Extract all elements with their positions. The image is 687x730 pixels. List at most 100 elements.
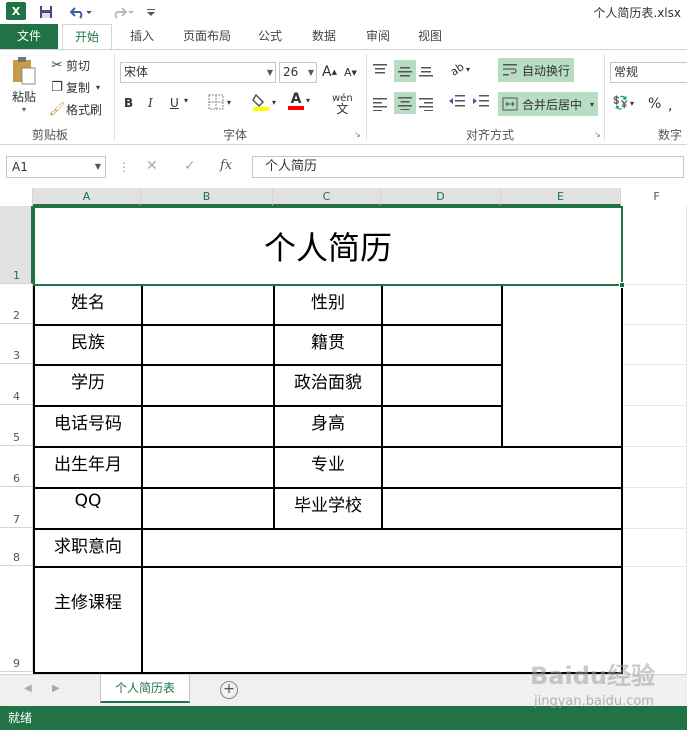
worksheet-grid[interactable]: A B C D E F 1 2 3 4 5 6 7 8 9 个人简历 姓名 性别 bbox=[0, 188, 687, 674]
row-header-2[interactable]: 2 bbox=[0, 284, 33, 324]
value-education-cell[interactable] bbox=[141, 364, 275, 407]
tab-page-layout[interactable]: 页面布局 bbox=[172, 24, 242, 49]
value-major-cell[interactable] bbox=[381, 446, 623, 489]
confirm-entry-button[interactable]: ✓ bbox=[184, 158, 196, 174]
align-left-button[interactable] bbox=[372, 94, 392, 114]
cancel-entry-button[interactable]: ✕ bbox=[146, 158, 158, 174]
value-birth-cell[interactable] bbox=[141, 446, 275, 489]
bold-button[interactable]: B bbox=[124, 96, 133, 110]
paste-button[interactable]: 粘贴 ▾ bbox=[6, 56, 42, 116]
column-header-a[interactable]: A bbox=[33, 188, 141, 206]
name-box[interactable]: A1 ▼ bbox=[6, 156, 106, 178]
font-size-select[interactable]: 26 ▼ bbox=[279, 62, 317, 83]
save-button[interactable] bbox=[36, 2, 56, 22]
label-courses-cell[interactable]: 主修课程 bbox=[33, 566, 143, 674]
resume-title-cell[interactable]: 个人简历 bbox=[33, 206, 623, 286]
fill-color-button[interactable]: ▾ bbox=[252, 92, 276, 112]
alignment-dialog-launcher[interactable]: ↘ bbox=[594, 130, 601, 139]
tab-home[interactable]: 开始 bbox=[62, 24, 112, 50]
tab-insert[interactable]: 插入 bbox=[120, 24, 164, 49]
sheet-tab-resume[interactable]: 个人简历表 bbox=[100, 675, 190, 703]
font-color-button[interactable]: A bbox=[288, 92, 304, 110]
label-school-cell[interactable]: 毕业学校 bbox=[273, 487, 383, 530]
tab-view[interactable]: 视图 bbox=[408, 24, 452, 49]
row-header-7[interactable]: 7 bbox=[0, 487, 33, 528]
accounting-format-button[interactable]: 💱 ▾ bbox=[612, 94, 634, 112]
column-header-d[interactable]: D bbox=[381, 188, 501, 206]
row-header-9[interactable]: 9 bbox=[0, 566, 33, 672]
row-header-8[interactable]: 8 bbox=[0, 528, 33, 566]
label-education-cell[interactable]: 学历 bbox=[33, 364, 143, 407]
redo-button[interactable] bbox=[108, 2, 138, 22]
value-phone-cell[interactable] bbox=[141, 405, 275, 448]
increase-font-button[interactable]: A ▲ bbox=[322, 64, 337, 80]
decrease-indent-button[interactable] bbox=[448, 94, 466, 108]
underline-dropdown[interactable]: ▾ bbox=[184, 96, 188, 105]
copy-button[interactable]: ❐ 复制 ▾ bbox=[48, 78, 100, 96]
label-job-intention-cell[interactable]: 求职意向 bbox=[33, 528, 143, 568]
next-sheet-icon[interactable]: ▶ bbox=[52, 683, 60, 694]
number-format-select[interactable]: 常规 bbox=[610, 62, 687, 83]
value-political-status-cell[interactable] bbox=[381, 364, 503, 407]
merge-center-button[interactable]: 合并后居中 ▾ bbox=[498, 92, 599, 116]
tab-formulas[interactable]: 公式 bbox=[250, 24, 290, 49]
font-color-dropdown[interactable]: ▾ bbox=[306, 96, 310, 105]
undo-button[interactable] bbox=[66, 2, 96, 22]
row-header-4[interactable]: 4 bbox=[0, 364, 33, 405]
label-native-place-cell[interactable]: 籍贯 bbox=[273, 324, 383, 366]
value-gender-cell[interactable] bbox=[381, 284, 503, 326]
align-middle-button[interactable] bbox=[394, 60, 416, 82]
value-native-place-cell[interactable] bbox=[381, 324, 503, 366]
value-job-intention-cell[interactable] bbox=[141, 528, 623, 568]
column-header-f[interactable]: F bbox=[621, 188, 687, 206]
italic-button[interactable]: I bbox=[148, 96, 153, 110]
select-all-corner[interactable] bbox=[0, 188, 33, 206]
font-dialog-launcher[interactable]: ↘ bbox=[354, 130, 361, 139]
align-top-button[interactable] bbox=[372, 60, 392, 80]
label-qq-cell[interactable]: QQ bbox=[33, 487, 143, 530]
format-painter-button[interactable]: 🖌 格式刷 bbox=[48, 100, 102, 118]
percent-button[interactable]: % bbox=[648, 96, 661, 112]
row-header-1[interactable]: 1 bbox=[0, 206, 33, 284]
insert-function-button[interactable]: fx bbox=[220, 158, 232, 173]
phonetic-button[interactable]: wén 文 bbox=[332, 94, 353, 116]
align-right-button[interactable] bbox=[418, 94, 438, 114]
increase-indent-button[interactable] bbox=[472, 94, 490, 108]
tab-data[interactable]: 数据 bbox=[302, 24, 346, 49]
value-height-cell[interactable] bbox=[381, 405, 503, 448]
value-ethnicity-cell[interactable] bbox=[141, 324, 275, 366]
font-name-select[interactable]: 宋体 ▼ bbox=[120, 62, 276, 83]
label-political-status-cell[interactable]: 政治面貌 bbox=[273, 364, 383, 407]
underline-button[interactable]: U bbox=[170, 96, 179, 110]
customize-toolbar-icon[interactable] bbox=[144, 2, 158, 22]
label-name-cell[interactable]: 姓名 bbox=[33, 284, 143, 326]
photo-cell[interactable] bbox=[501, 284, 623, 448]
comma-style-button[interactable]: , bbox=[668, 98, 672, 114]
add-sheet-button[interactable]: + bbox=[220, 681, 238, 699]
prev-sheet-icon[interactable]: ◀ bbox=[24, 683, 32, 694]
align-center-button[interactable] bbox=[394, 92, 416, 114]
orientation-button[interactable]: ab ▾ bbox=[448, 60, 470, 79]
wrap-text-button[interactable]: 自动换行 bbox=[498, 58, 575, 82]
fill-handle[interactable] bbox=[619, 282, 625, 288]
column-header-c[interactable]: C bbox=[273, 188, 381, 206]
column-header-e[interactable]: E bbox=[501, 188, 621, 206]
borders-button[interactable]: ▾ bbox=[208, 94, 231, 110]
cut-button[interactable]: ✂ 剪切 bbox=[48, 56, 90, 74]
tab-review[interactable]: 审阅 bbox=[356, 24, 400, 49]
decrease-font-button[interactable]: A ▼ bbox=[344, 66, 357, 79]
align-bottom-button[interactable] bbox=[418, 60, 438, 80]
row-header-5[interactable]: 5 bbox=[0, 405, 33, 446]
value-school-cell[interactable] bbox=[381, 487, 623, 530]
label-phone-cell[interactable]: 电话号码 bbox=[33, 405, 143, 448]
column-header-b[interactable]: B bbox=[141, 188, 273, 206]
tab-file[interactable]: 文件 bbox=[0, 24, 58, 49]
label-ethnicity-cell[interactable]: 民族 bbox=[33, 324, 143, 366]
row-header-6[interactable]: 6 bbox=[0, 446, 33, 487]
formula-input[interactable]: 个人简历 bbox=[252, 156, 684, 178]
label-birth-cell[interactable]: 出生年月 bbox=[33, 446, 143, 489]
value-qq-cell[interactable] bbox=[141, 487, 275, 530]
label-height-cell[interactable]: 身高 bbox=[273, 405, 383, 448]
row-header-3[interactable]: 3 bbox=[0, 324, 33, 364]
value-name-cell[interactable] bbox=[141, 284, 275, 326]
